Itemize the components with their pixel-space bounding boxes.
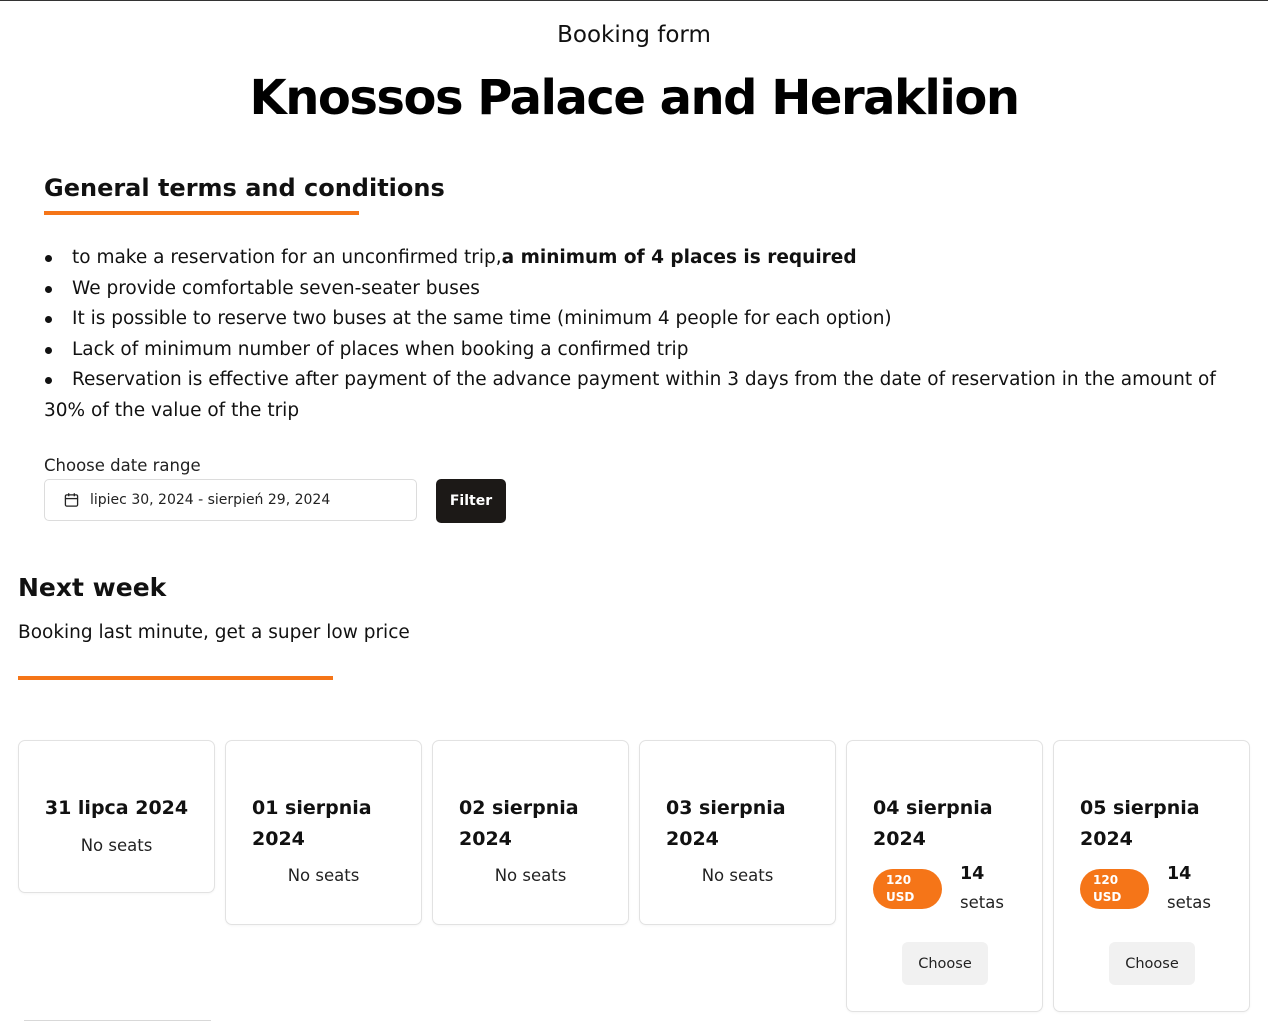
card-status: No seats [80,836,153,855]
card-status: No seats [287,866,360,885]
terms-item-text: to make a reservation for an unconfirmed… [72,247,502,268]
choose-button[interactable]: Choose [1109,942,1195,985]
terms-item: to make a reservation for an unconfirmed… [44,243,1234,274]
page-title: Knossos Palace and Heraklion [249,70,1020,126]
date-card: 04 sierpnia 2024 120 USD 14 setas Choose [846,740,1043,1012]
date-card: 01 sierpnia 2024 No seats [225,740,422,925]
date-range-value: lipiec 30, 2024 - sierpień 29, 2024 [90,492,331,508]
price-badge: 120 USD [1080,869,1149,909]
terms-item: Reservation is effective after payment o… [44,365,1234,426]
seats-count: 14 [1167,864,1192,884]
page-subtitle: Booking form [557,22,711,48]
card-date: 31 lipca 2024 [44,797,189,819]
filter-button[interactable]: Filter [436,479,506,523]
next-week-underline [18,676,333,680]
terms-item-text: We provide comfortable seven-seater buse… [72,277,480,299]
terms-item: We provide comfortable seven-seater buse… [44,274,1234,305]
terms-item: It is possible to reserve two buses at t… [44,304,1234,335]
date-card: 02 sierpnia 2024 No seats [432,740,629,925]
terms-item-text: It is possible to reserve two buses at t… [72,308,892,329]
date-card: 31 lipca 2024 No seats [18,740,215,893]
choose-button[interactable]: Choose [902,942,988,985]
date-range-label: Choose date range [44,456,201,475]
card-status: No seats [701,866,774,885]
seats-count: 14 [960,864,985,884]
card-date: 01 sierpnia 2024 [252,797,372,850]
terms-item-text: Lack of minimum number of places when bo… [72,338,689,360]
card-status: No seats [494,866,567,885]
terms-item-text: Reservation is effective after payment o… [44,369,1216,421]
date-range-input[interactable]: lipiec 30, 2024 - sierpień 29, 2024 [44,479,417,521]
card-date: 02 sierpnia 2024 [459,797,579,850]
terms-underline [44,211,359,215]
top-border [0,0,1268,1]
card-date: 03 sierpnia 2024 [666,797,786,850]
seats-label: setas [960,893,1004,912]
terms-item-bold: a minimum of 4 places is required [501,247,857,268]
card-date: 05 sierpnia 2024 [1080,797,1200,850]
seats-label: setas [1167,893,1211,912]
card-date: 04 sierpnia 2024 [873,797,993,850]
next-week-heading: Next week [18,573,167,602]
terms-list: to make a reservation for an unconfirmed… [44,243,1234,426]
next-week-subheading: Booking last minute, get a super low pri… [18,622,410,643]
price-badge: 120 USD [873,869,942,909]
date-card: 05 sierpnia 2024 120 USD 14 setas Choose [1053,740,1250,1012]
terms-item: Lack of minimum number of places when bo… [44,335,1234,366]
date-card: 03 sierpnia 2024 No seats [639,740,836,925]
next-section-edge [24,1020,211,1021]
calendar-icon [64,493,79,507]
terms-heading: General terms and conditions [44,174,445,202]
